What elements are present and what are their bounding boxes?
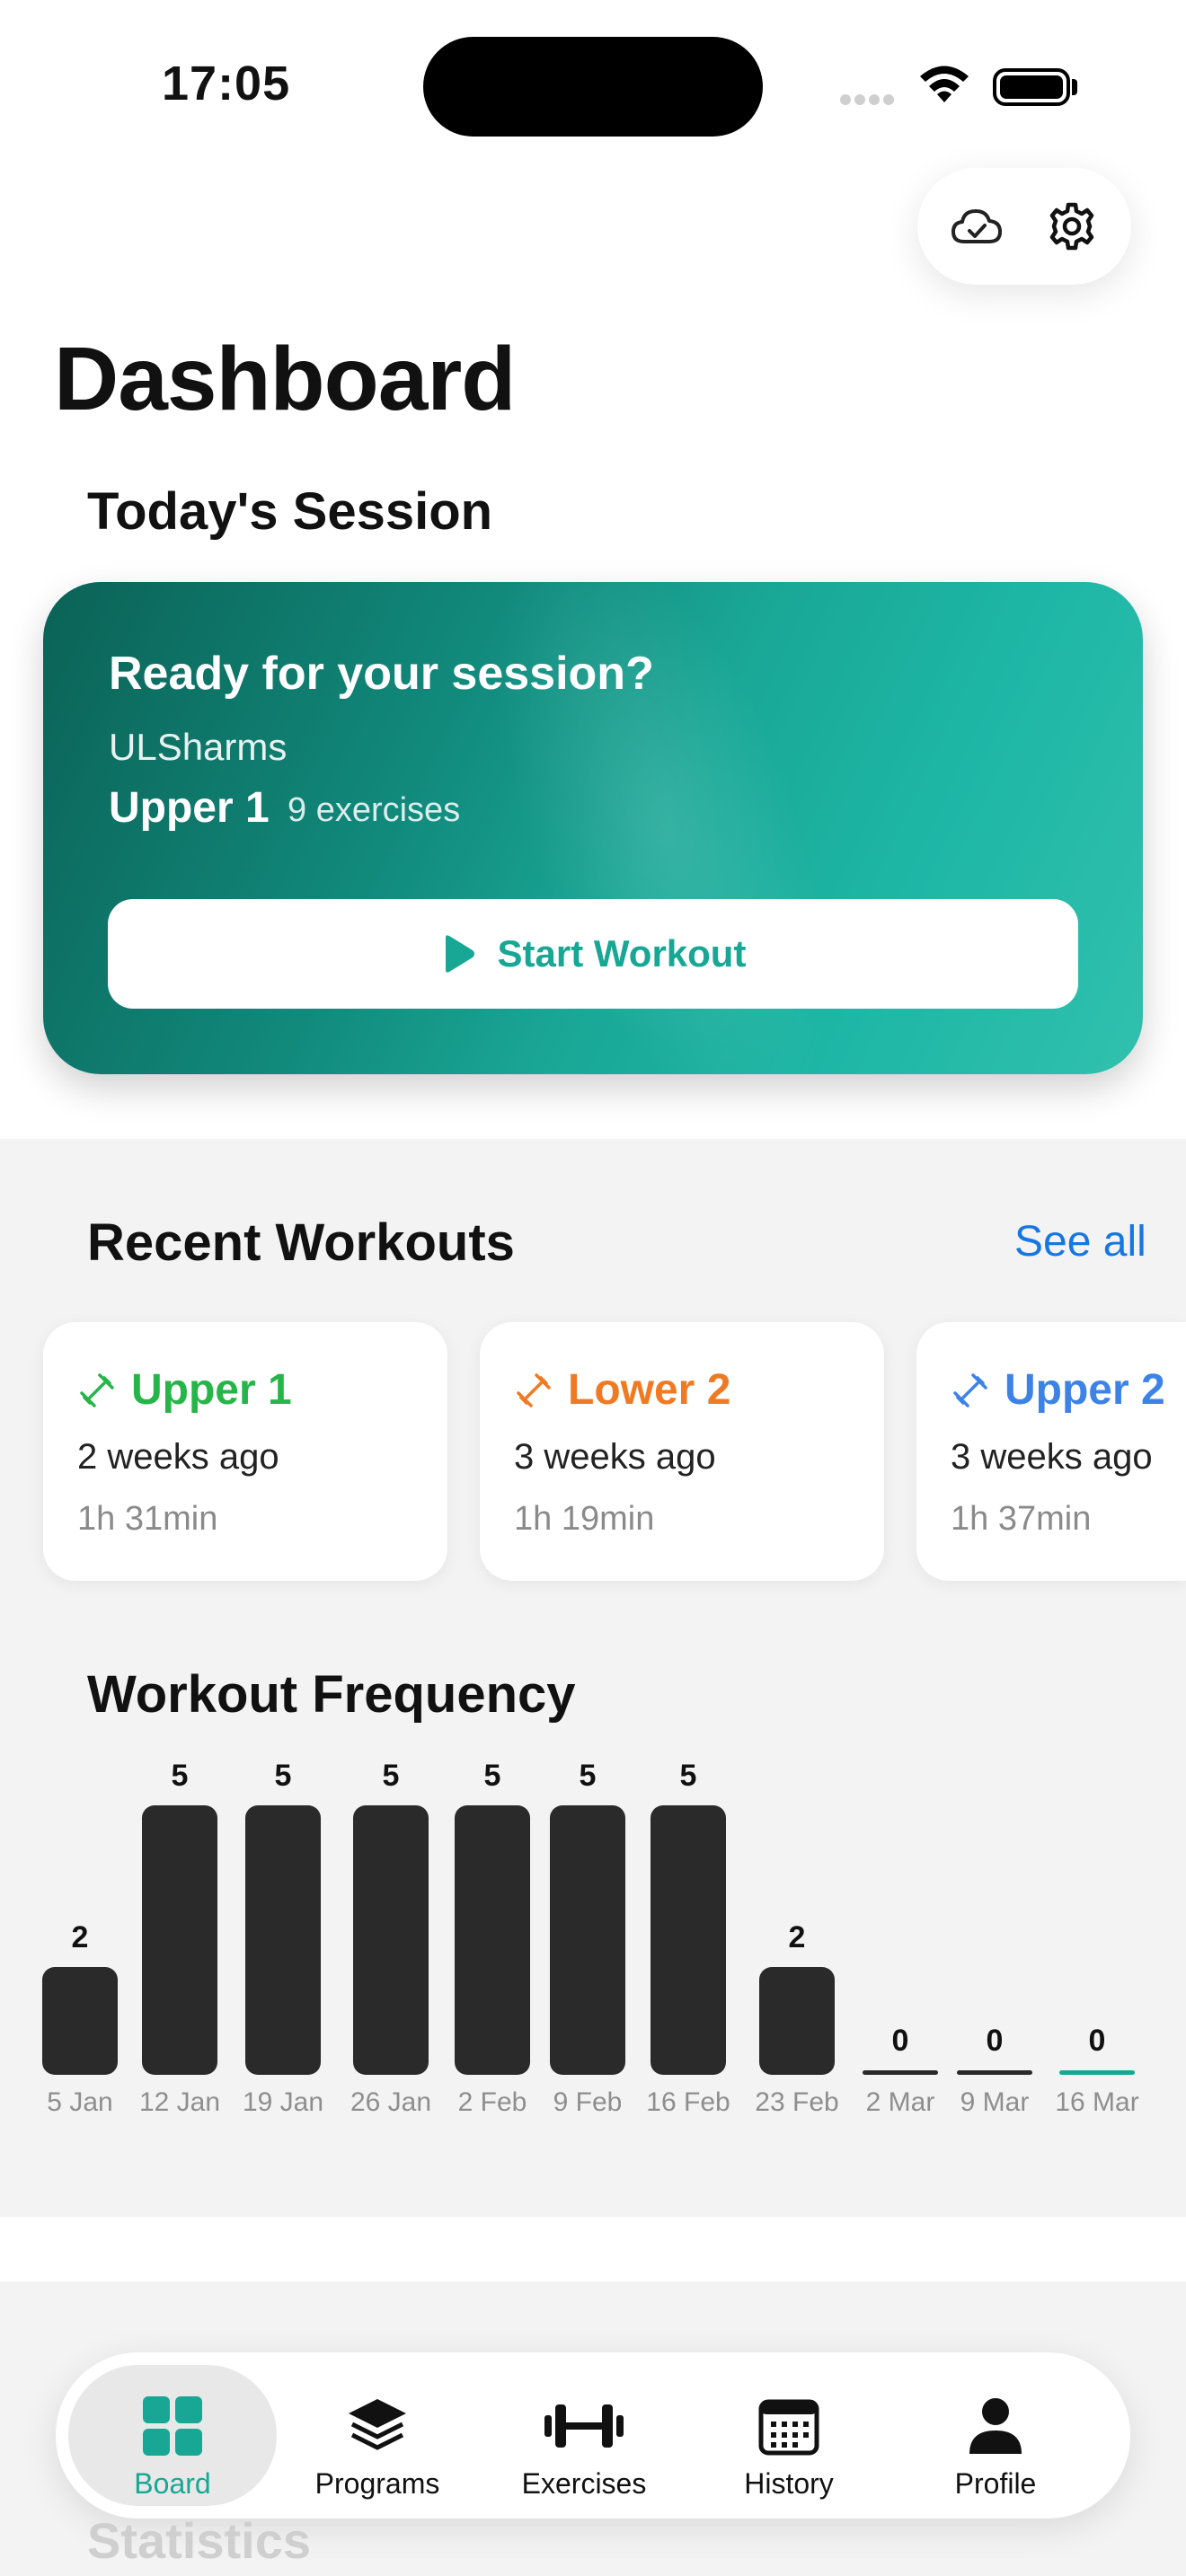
chart-tick-label: 16 Mar [1055,2087,1139,2117]
start-workout-button[interactable]: Start Workout [108,899,1078,1009]
session-exercise-count: 9 exercises [288,791,461,829]
dumbbell-icon [953,1372,987,1407]
cloud-check-icon [951,209,1002,243]
workout-name: Upper 2 [1005,1366,1165,1414]
chart-bar [142,1805,217,2075]
settings-button[interactable] [1040,195,1103,258]
gear-icon [1049,202,1094,251]
tab-exercises[interactable]: Exercises [480,2365,688,2506]
battery-icon [993,68,1070,106]
chart-data-label: 5 [483,1759,501,1793]
chart-tick-label: 5 Jan [47,2087,113,2117]
grid-icon [143,2396,202,2456]
tab-label: Board [134,2467,211,2500]
chart-bar [1059,2070,1135,2075]
chart-data-label: 5 [171,1759,189,1793]
chart-bar [863,2070,938,2075]
chart-bar [42,1967,118,2075]
workout-frequency-title: Workout Frequency [87,1665,576,1724]
chart-data-label: 5 [382,1759,400,1793]
session-heading: Ready for your session? [109,648,654,700]
dumbbell-icon [80,1372,114,1407]
chart-tick-label: 19 Jan [242,2087,324,2117]
chart-bar [455,1805,530,2075]
workout-card[interactable]: Lower 2 3 weeks ago 1h 19min [480,1322,884,1581]
recent-workouts-title: Recent Workouts [87,1213,515,1272]
tab-profile[interactable]: Profile [891,2365,1100,2506]
chart-data-label: 5 [679,1759,697,1793]
statistics-title: Statistics [87,2512,311,2569]
workout-card[interactable]: Upper 2 3 weeks ago 1h 37min [916,1322,1186,1581]
battery-cap [1072,79,1077,95]
see-all-link[interactable]: See all [1014,1217,1146,1266]
tab-label: Exercises [521,2467,647,2500]
workout-duration: 1h 31min [77,1500,218,1538]
tab-label: History [744,2467,834,2500]
tab-label: Programs [314,2467,440,2500]
tab-bar: Board Programs Exercises History Profile [56,2352,1130,2519]
chart-tick-label: 9 Mar [960,2087,1030,2117]
dumbbell-icon [517,1372,551,1407]
tab-label: Profile [954,2467,1037,2500]
layers-icon [349,2399,406,2450]
status-time: 17:05 [162,57,291,110]
chart-tick-label: 9 Feb [553,2087,623,2117]
chart-bar [651,1805,726,2075]
session-day: Upper 1 [109,784,270,832]
chart-data-label: 5 [274,1759,292,1793]
chart-tick-label: 2 Feb [457,2087,527,2117]
workout-duration: 1h 37min [951,1500,1092,1538]
chart-data-label: 2 [788,1920,806,1954]
dumbbell-icon [544,2404,624,2448]
todays-session-title: Today's Session [87,482,493,541]
chart-bar [759,1967,835,2075]
wifi-icon [916,63,972,110]
workout-duration: 1h 19min [514,1500,655,1538]
tab-history[interactable]: History [685,2365,893,2506]
session-card: Ready for your session? ULSharms Upper 1… [43,582,1143,1074]
chart-bar [957,2070,1032,2075]
chart-data-label: 0 [986,2024,1004,2058]
chart-data-label: 0 [891,2024,909,2058]
signal-icon [840,93,898,110]
chart-tick-label: 2 Mar [865,2087,935,2117]
page-title: Dashboard [54,329,516,429]
cloud-sync-button[interactable] [945,195,1008,258]
chart-tick-label: 12 Jan [138,2087,221,2117]
dynamic-island [423,37,763,137]
play-icon [445,935,474,973]
workout-ago: 2 weeks ago [77,1437,279,1477]
workout-name: Upper 1 [131,1366,292,1414]
workout-ago: 3 weeks ago [514,1437,716,1477]
chart-bar [353,1805,429,2075]
chart-data-label: 5 [579,1759,597,1793]
chart-data-label: 2 [71,1920,89,1954]
chart-tick-label: 26 Jan [350,2087,432,2117]
workout-frequency-chart: 2 5 Jan 5 12 Jan 5 19 Jan 5 26 Jan 5 2 Feb 5 9 Feb 5… [0,1751,1186,2129]
chart-tick-label: 16 Feb [646,2087,730,2117]
top-actions [917,168,1131,285]
chart-bar [245,1805,321,2075]
chart-data-label: 0 [1088,2024,1106,2058]
workout-ago: 3 weeks ago [951,1437,1153,1477]
session-program: ULSharms [109,726,288,768]
chart-bar [550,1805,625,2075]
tab-board[interactable]: Board [68,2365,277,2506]
person-icon [969,2398,1022,2454]
workout-card[interactable]: Upper 1 2 weeks ago 1h 31min [43,1322,447,1581]
calendar-icon [758,2399,819,2456]
chart-tick-label: 23 Feb [755,2087,839,2117]
workout-name: Lower 2 [568,1366,731,1414]
start-workout-label: Start Workout [497,932,747,975]
tab-programs[interactable]: Programs [273,2365,482,2506]
